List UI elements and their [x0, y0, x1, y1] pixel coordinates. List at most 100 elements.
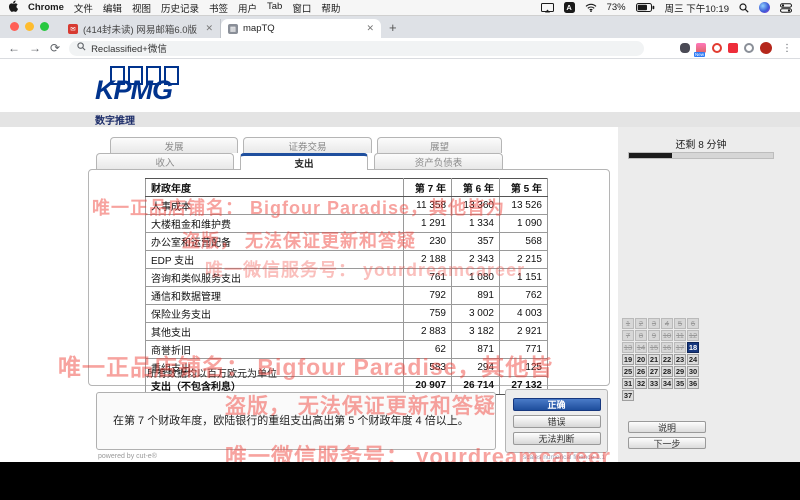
- question-nav-cell[interactable]: 28: [661, 366, 673, 377]
- question-nav-cell[interactable]: 30: [687, 366, 699, 377]
- question-nav-cell[interactable]: 35: [674, 378, 686, 389]
- tab-证券交易[interactable]: 证券交易: [243, 137, 372, 153]
- tab-mail[interactable]: ✉ (414封未读) 网易邮箱6.0版 ✕: [61, 19, 221, 38]
- menubar-menu-item[interactable]: 书签: [209, 1, 228, 15]
- tab-收入[interactable]: 收入: [96, 153, 234, 169]
- table-value-cell: 792: [404, 287, 452, 305]
- question-nav-cell[interactable]: 6: [687, 318, 699, 329]
- menubar-menu-item[interactable]: Tab: [267, 1, 282, 15]
- question-nav-cell[interactable]: 25: [622, 366, 634, 377]
- question-nav-cell[interactable]: 8: [635, 330, 647, 341]
- forward-button[interactable]: →: [29, 41, 41, 55]
- menubar-menu-item[interactable]: 窗口: [292, 1, 311, 15]
- question-nav-cell[interactable]: 31: [622, 378, 634, 389]
- menubar-menu-item[interactable]: 文件: [74, 1, 93, 15]
- next-button[interactable]: 下一步: [628, 437, 706, 449]
- close-tab-icon[interactable]: ✕: [366, 23, 374, 34]
- zoom-window-button[interactable]: [40, 22, 49, 31]
- input-method-icon[interactable]: A: [564, 2, 575, 13]
- address-bar[interactable]: Reclassified+微信: [69, 41, 644, 56]
- question-nav-cell[interactable]: 10: [661, 330, 673, 341]
- back-button[interactable]: ←: [8, 41, 20, 55]
- menubar-menu-item[interactable]: 帮助: [321, 1, 340, 15]
- question-nav-cell[interactable]: 13: [622, 342, 634, 353]
- extension-icon-xiaohongshu[interactable]: [728, 43, 738, 53]
- tab-展望[interactable]: 展望: [377, 137, 502, 153]
- question-nav-cell[interactable]: 17: [674, 342, 686, 353]
- instructions-button[interactable]: 说明: [628, 421, 706, 433]
- extension-icon-dark[interactable]: [680, 43, 690, 53]
- question-nav-cell[interactable]: 11: [674, 330, 686, 341]
- question-nav-cell[interactable]: 22: [661, 354, 673, 365]
- tab-支出[interactable]: 支出: [240, 153, 368, 170]
- question-nav-cell[interactable]: 29: [674, 366, 686, 377]
- table-row: 保险业务支出7593 0024 003: [146, 305, 548, 323]
- chrome-toolbar: ← → ⟳ Reclassified+微信 New ⋮: [0, 38, 800, 59]
- question-nav-cell[interactable]: 32: [635, 378, 647, 389]
- close-tab-icon[interactable]: ✕: [205, 23, 213, 34]
- extension-icon-gray[interactable]: [744, 43, 754, 53]
- question-nav-cell[interactable]: 1: [622, 318, 634, 329]
- extension-icon-opera[interactable]: [712, 43, 722, 53]
- spotlight-search-icon[interactable]: [739, 3, 749, 13]
- question-nav-cell[interactable]: 3: [648, 318, 660, 329]
- window-controls[interactable]: [10, 22, 49, 31]
- question-nav-cell[interactable]: 12: [687, 330, 699, 341]
- table-value-cell: 3 002: [452, 305, 500, 323]
- question-nav-cell[interactable]: 34: [661, 378, 673, 389]
- question-nav-cell[interactable]: 36: [687, 378, 699, 389]
- mail-favicon: ✉: [68, 24, 78, 34]
- reload-button[interactable]: ⟳: [50, 41, 60, 55]
- browser-menu-icon[interactable]: ⋮: [782, 43, 792, 54]
- question-nav-cell[interactable]: 26: [635, 366, 647, 377]
- menubar-menu-item[interactable]: 视图: [132, 1, 151, 15]
- table-value-cell: 762: [500, 287, 548, 305]
- control-center-icon[interactable]: [780, 3, 792, 13]
- close-window-button[interactable]: [10, 22, 19, 31]
- answer-option[interactable]: 错误: [513, 415, 601, 428]
- question-nav-cell[interactable]: 19: [622, 354, 634, 365]
- question-nav-cell[interactable]: 15: [648, 342, 660, 353]
- question-nav-cell[interactable]: 5: [674, 318, 686, 329]
- menubar-menu-item[interactable]: 用户: [238, 1, 257, 15]
- menubar-menu-item[interactable]: 编辑: [103, 1, 122, 15]
- question-nav-cell[interactable]: 21: [648, 354, 660, 365]
- question-nav-cell[interactable]: 7: [622, 330, 634, 341]
- profile-avatar[interactable]: [760, 42, 772, 54]
- minimize-window-button[interactable]: [25, 22, 34, 31]
- question-nav-cell[interactable]: 23: [674, 354, 686, 365]
- table-header-cell: 第 5 年: [500, 179, 548, 197]
- question-nav-cell[interactable]: 9: [648, 330, 660, 341]
- address-bar-text: Reclassified+微信: [91, 41, 167, 55]
- question-nav-cell[interactable]: 16: [661, 342, 673, 353]
- time-progress-fill: [629, 153, 672, 158]
- answer-option[interactable]: 正确: [513, 398, 601, 411]
- tab-maptq[interactable]: ▦ mapTQ ✕: [221, 19, 381, 38]
- tab-资产负债表[interactable]: 资产负债表: [374, 153, 503, 169]
- siri-icon[interactable]: [759, 2, 770, 13]
- question-nav-cell[interactable]: 20: [635, 354, 647, 365]
- new-tab-button[interactable]: +: [389, 20, 397, 35]
- tab-发展[interactable]: 发展: [110, 137, 238, 153]
- question-nav-cell[interactable]: 27: [648, 366, 660, 377]
- question-nav-cell[interactable]: 2: [635, 318, 647, 329]
- question-nav-cell[interactable]: 14: [635, 342, 647, 353]
- table-value-cell: 759: [404, 305, 452, 323]
- table-value-cell: 1 090: [500, 215, 548, 233]
- menubar-clock[interactable]: 周三 下午10:19: [665, 1, 729, 15]
- menubar-app-name[interactable]: Chrome: [28, 2, 64, 13]
- menubar-menus: 文件编辑视图历史记录书签用户 Tab 窗口帮助: [74, 1, 340, 15]
- table-value-cell: 2 921: [500, 323, 548, 341]
- question-nav-cell[interactable]: 18: [687, 342, 699, 353]
- question-nav-cell[interactable]: 33: [648, 378, 660, 389]
- menubar-menu-item[interactable]: 历史记录: [161, 1, 199, 15]
- extension-icon-photo[interactable]: New: [696, 43, 706, 53]
- screen-mirroring-icon[interactable]: [541, 3, 554, 13]
- macos-menubar: Chrome 文件编辑视图历史记录书签用户Tab窗口帮助 A 73% 周三 下午…: [0, 0, 800, 16]
- question-nav-cell[interactable]: 37: [622, 390, 634, 401]
- table-label-cell: 通信和数据管理: [146, 287, 404, 305]
- question-nav-cell[interactable]: 4: [661, 318, 673, 329]
- apple-menu-icon[interactable]: [8, 0, 18, 15]
- question-nav-cell[interactable]: 24: [687, 354, 699, 365]
- wifi-icon[interactable]: [585, 3, 597, 12]
